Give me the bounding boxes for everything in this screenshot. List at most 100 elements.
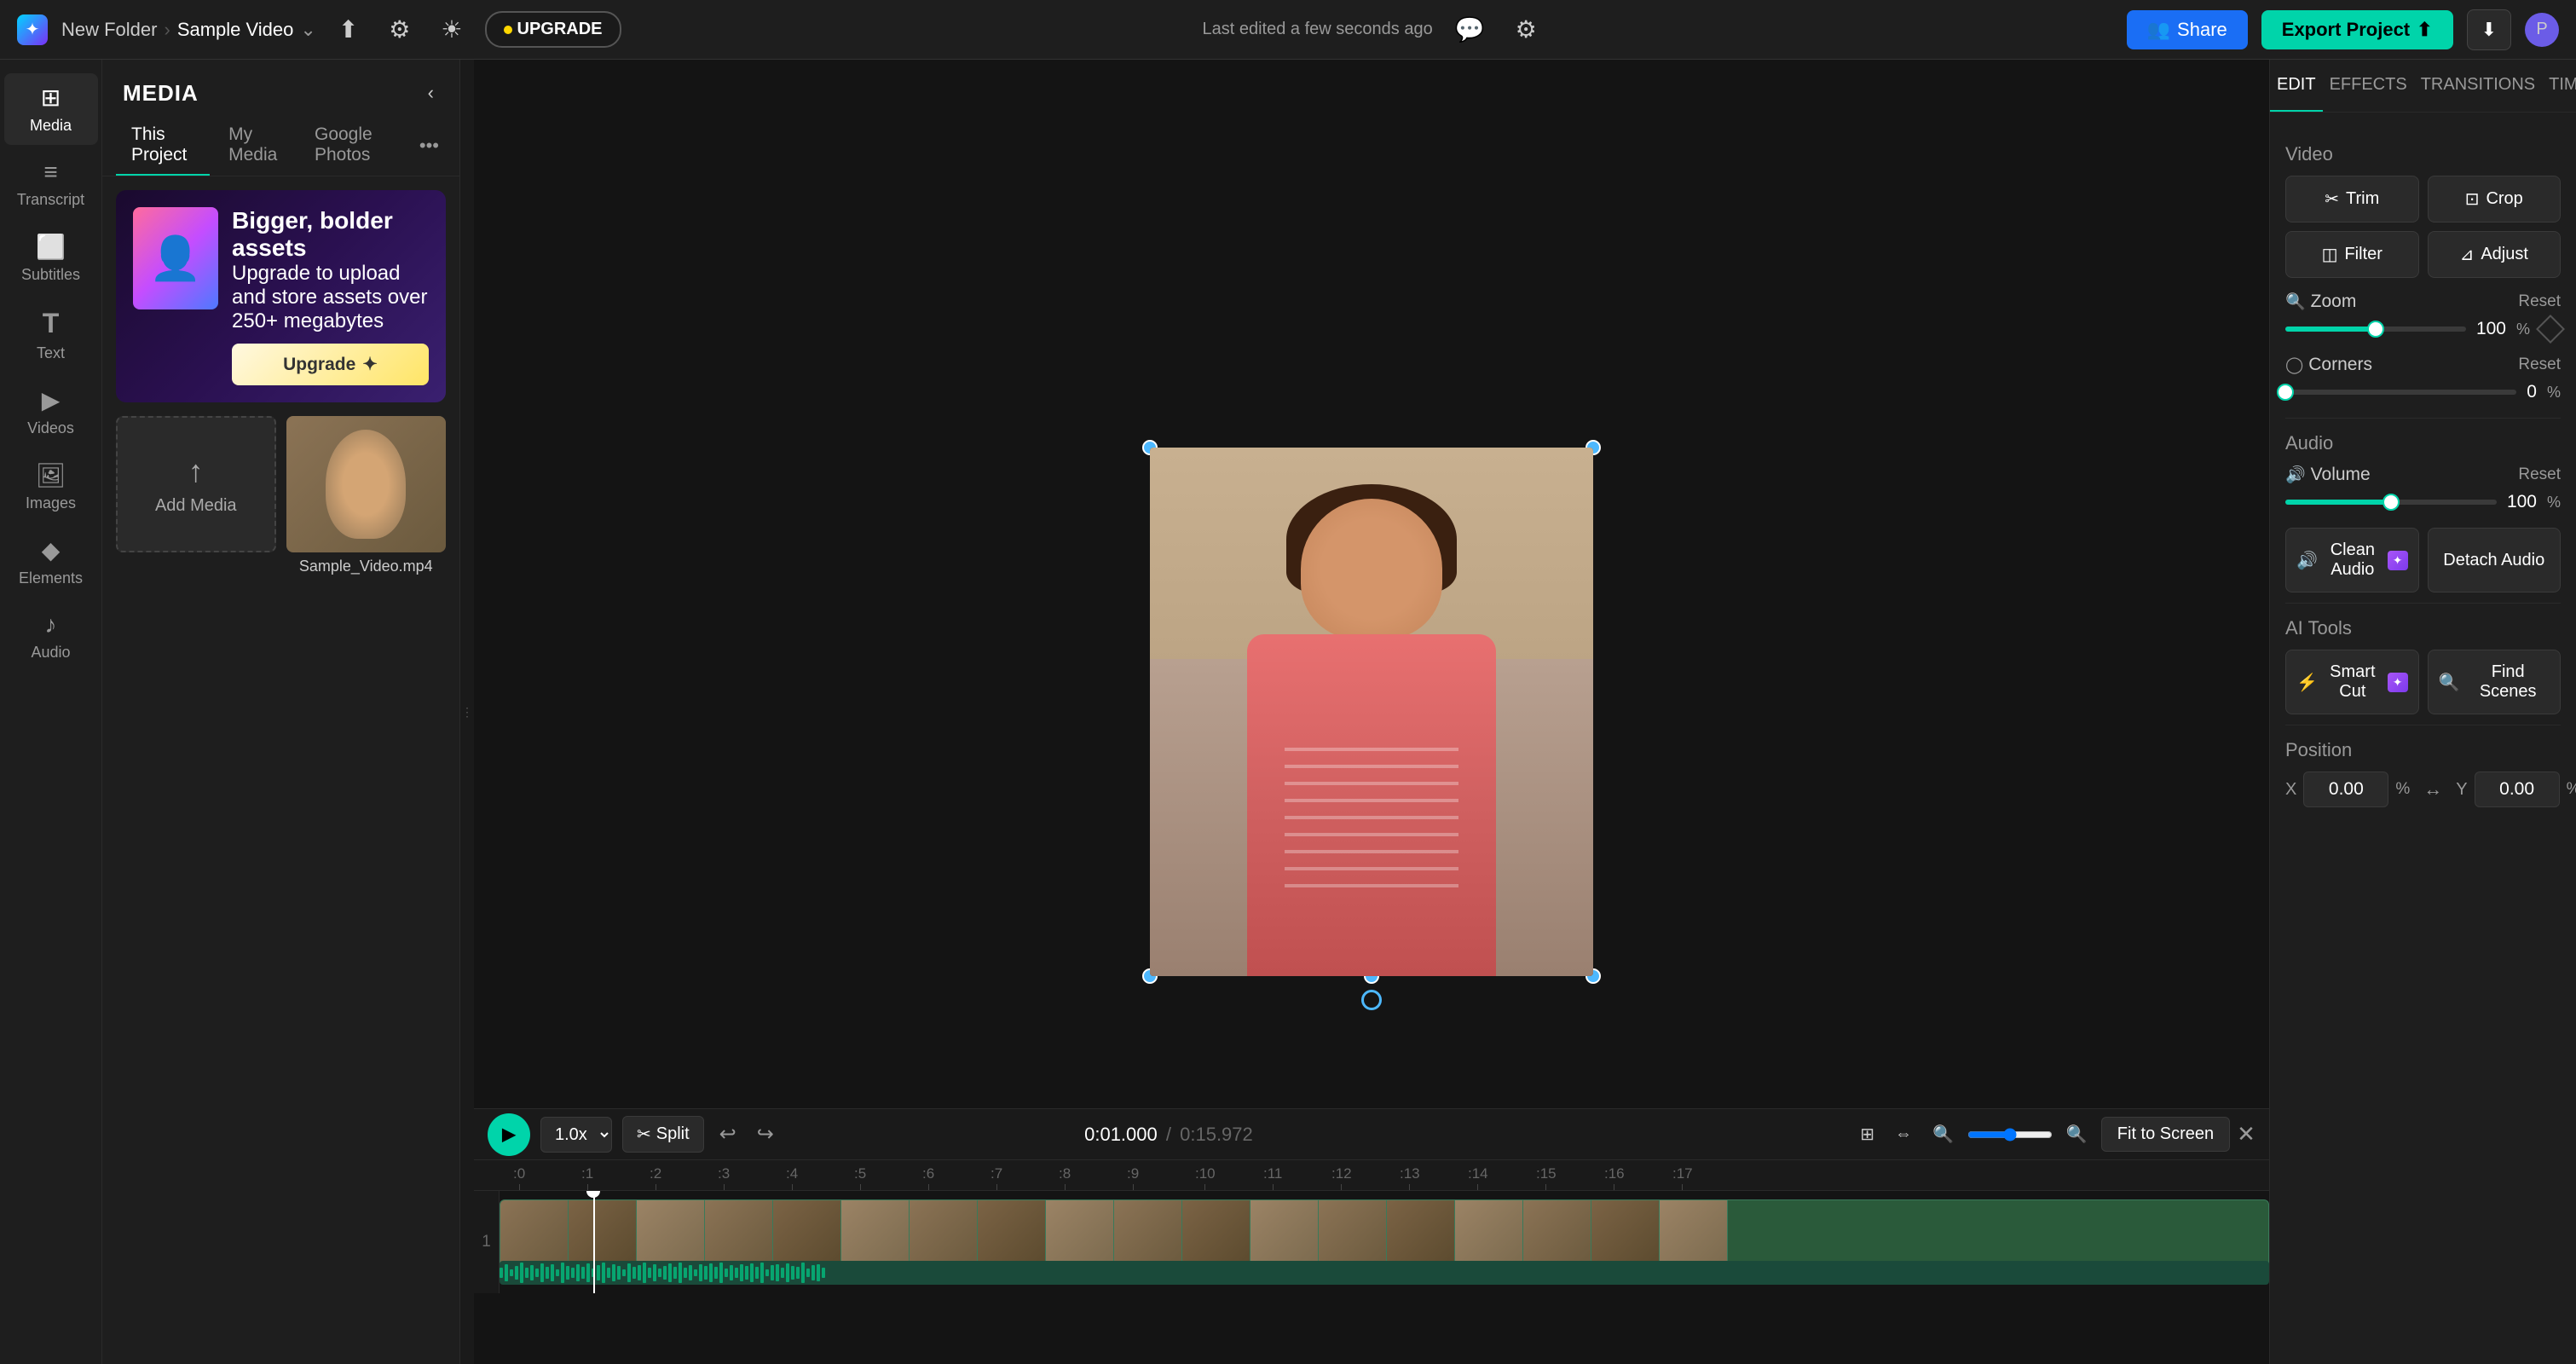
rotate-handle[interactable] xyxy=(1361,990,1382,1010)
zoom-slider-thumb[interactable] xyxy=(2367,321,2384,338)
corners-slider-thumb[interactable] xyxy=(2277,384,2294,401)
ruler-mark-17: :17 xyxy=(1672,1165,1693,1191)
sidebar-item-elements[interactable]: ◆ Elements xyxy=(4,526,98,598)
topbar-theme-icon[interactable]: ☀ xyxy=(432,7,471,52)
breadcrumb-project[interactable]: Sample Video xyxy=(177,19,294,41)
sidebar-item-text[interactable]: T Text xyxy=(4,298,98,373)
person-stripes xyxy=(1285,748,1458,935)
ruler-mark-1: :1 xyxy=(581,1165,593,1191)
play-icon: ▶ xyxy=(502,1124,515,1145)
sidebar-item-images[interactable]: 🖼 Images xyxy=(4,451,98,523)
upgrade-button[interactable]: UPGRADE xyxy=(485,11,621,48)
sidebar-item-videos[interactable]: ▶ Videos xyxy=(4,376,98,448)
subtitles-icon: ⬜ xyxy=(36,233,66,261)
pos-x-input[interactable] xyxy=(2303,772,2388,807)
timeline-snap-button[interactable]: ⊞ xyxy=(1853,1117,1881,1152)
volume-slider-track[interactable] xyxy=(2285,500,2497,505)
panel-collapse-button[interactable]: ‹ xyxy=(423,77,439,109)
timeline-zoom-in-button[interactable]: 🔍 xyxy=(1926,1117,1961,1152)
pos-y-input[interactable] xyxy=(2475,772,2560,807)
video-thumbnail-item[interactable]: Sample_Video.mp4 xyxy=(286,416,447,575)
add-media-button[interactable]: ↑ Add Media xyxy=(116,416,276,552)
smart-cut-icon: ⚡ xyxy=(2296,672,2318,693)
filter-button[interactable]: ◫ Filter xyxy=(2285,231,2419,278)
smart-cut-button[interactable]: ⚡ Smart Cut ✦ xyxy=(2285,650,2419,714)
ruler-mark-14: :14 xyxy=(1468,1165,1488,1191)
adjust-button[interactable]: ⊿ Adjust xyxy=(2428,231,2562,278)
trim-button[interactable]: ✂ Trim xyxy=(2285,176,2419,223)
upgrade-banner-button[interactable]: Upgrade ✦ xyxy=(232,344,429,385)
zoom-keyframe-button[interactable] xyxy=(2536,315,2565,344)
ruler-mark-13: :13 xyxy=(1400,1165,1420,1191)
timeline-fit-button[interactable]: ⇔ xyxy=(1888,1118,1919,1151)
crop-button[interactable]: ⊡ Crop xyxy=(2428,176,2562,223)
undo-button[interactable]: ↩ xyxy=(714,1117,742,1152)
corners-icon: ◯ xyxy=(2285,355,2303,375)
fit-to-screen-button[interactable]: Fit to Screen xyxy=(2101,1117,2230,1152)
ruler-mark-4: :4 xyxy=(786,1165,798,1191)
sidebar-item-subtitles[interactable]: ⬜ Subtitles xyxy=(4,223,98,294)
video-thumb[interactable] xyxy=(286,416,447,552)
detach-audio-button[interactable]: Detach Audio xyxy=(2428,528,2562,592)
corners-reset-button[interactable]: Reset xyxy=(2518,355,2561,374)
corners-slider-header: ◯ Corners Reset xyxy=(2285,355,2561,375)
ruler-mark-11: :11 xyxy=(1263,1165,1282,1191)
track-content-1 xyxy=(500,1191,2269,1293)
stripe-9 xyxy=(1285,884,1458,887)
sidebar-item-transcript[interactable]: ≡ Transcript xyxy=(4,148,98,219)
speed-selector[interactable]: 1.0x 0.5x 1.5x 2.0x xyxy=(540,1117,612,1153)
sidebar-item-audio[interactable]: ♪ Audio xyxy=(4,601,98,672)
thumb-seg-17 xyxy=(1591,1200,1660,1267)
tab-timing[interactable]: TIMING xyxy=(2542,60,2576,112)
find-scenes-button[interactable]: 🔍 Find Scenes xyxy=(2428,650,2562,714)
breadcrumb-dropdown-icon[interactable]: ⌄ xyxy=(300,19,315,41)
sidebar-item-media[interactable]: ⊞ Media xyxy=(4,73,98,145)
position-row: X % ↔ Y % xyxy=(2285,772,2561,807)
download-button[interactable]: ⬇ xyxy=(2467,9,2511,50)
comment-icon[interactable]: 💬 xyxy=(1447,7,1493,52)
zoom-reset-button[interactable]: Reset xyxy=(2518,292,2561,311)
thumb-seg-9 xyxy=(1046,1200,1114,1267)
share-upload-icon[interactable]: ⬆ xyxy=(330,7,367,52)
clean-audio-button[interactable]: 🔊 Clean Audio ✦ xyxy=(2285,528,2419,592)
topbar-gear-icon[interactable]: ⚙ xyxy=(1507,7,1545,52)
person-head xyxy=(1301,499,1442,639)
ruler-mark-8: :8 xyxy=(1059,1165,1071,1191)
tab-transitions[interactable]: TRANSITIONS xyxy=(2414,60,2542,112)
tab-my-media[interactable]: My Media xyxy=(213,116,296,176)
corners-slider-track[interactable] xyxy=(2285,390,2516,395)
redo-button[interactable]: ↪ xyxy=(752,1117,779,1152)
corners-slider-row: ◯ Corners Reset 0 % xyxy=(2285,355,2561,402)
pos-link-button[interactable]: ↔ xyxy=(2420,775,2446,804)
split-button[interactable]: ✂ Split xyxy=(622,1116,704,1153)
timeline-zoom-slider[interactable] xyxy=(1967,1128,2053,1141)
breadcrumb-folder[interactable]: New Folder xyxy=(61,19,157,41)
volume-reset-button[interactable]: Reset xyxy=(2518,465,2561,484)
zoom-slider-track[interactable] xyxy=(2285,327,2466,332)
ruler-mark-6: :6 xyxy=(922,1165,934,1191)
volume-slider-thumb[interactable] xyxy=(2383,494,2400,511)
ruler-marks-container: :0 :1 :2 :3 :4 :5 :6 :7 :8 :9 :10 :11 :1… xyxy=(488,1165,2255,1186)
tab-edit[interactable]: EDIT xyxy=(2270,60,2323,112)
share-button[interactable]: 👥 Share xyxy=(2127,10,2248,49)
video-track[interactable] xyxy=(500,1199,2269,1268)
thumb-seg-8 xyxy=(978,1200,1046,1267)
close-timeline-button[interactable]: ✕ xyxy=(2237,1121,2255,1147)
ruler-mark-12: :12 xyxy=(1331,1165,1352,1191)
stripe-5 xyxy=(1285,816,1458,819)
timeline-zoom-out-button[interactable]: 🔍 xyxy=(2059,1117,2094,1152)
thumb-seg-14 xyxy=(1387,1200,1455,1267)
tab-google-photos[interactable]: Google Photos xyxy=(299,116,409,176)
media-panel-header: MEDIA ‹ xyxy=(102,60,459,116)
playhead[interactable] xyxy=(593,1191,595,1293)
video-frame xyxy=(1150,448,1593,976)
tab-effects[interactable]: EFFECTS xyxy=(2323,60,2414,112)
topbar-settings-icon[interactable]: ⚙ xyxy=(380,7,419,52)
media-more-button[interactable]: ••• xyxy=(413,116,446,176)
video-section-title: Video xyxy=(2285,143,2561,165)
play-button[interactable]: ▶ xyxy=(488,1113,530,1156)
clean-audio-badge: ✦ xyxy=(2388,551,2408,570)
tab-this-project[interactable]: This Project xyxy=(116,116,210,176)
export-button[interactable]: Export Project ⬆ xyxy=(2261,10,2453,49)
panel-resize-handle[interactable]: ⋮ xyxy=(460,60,474,1364)
